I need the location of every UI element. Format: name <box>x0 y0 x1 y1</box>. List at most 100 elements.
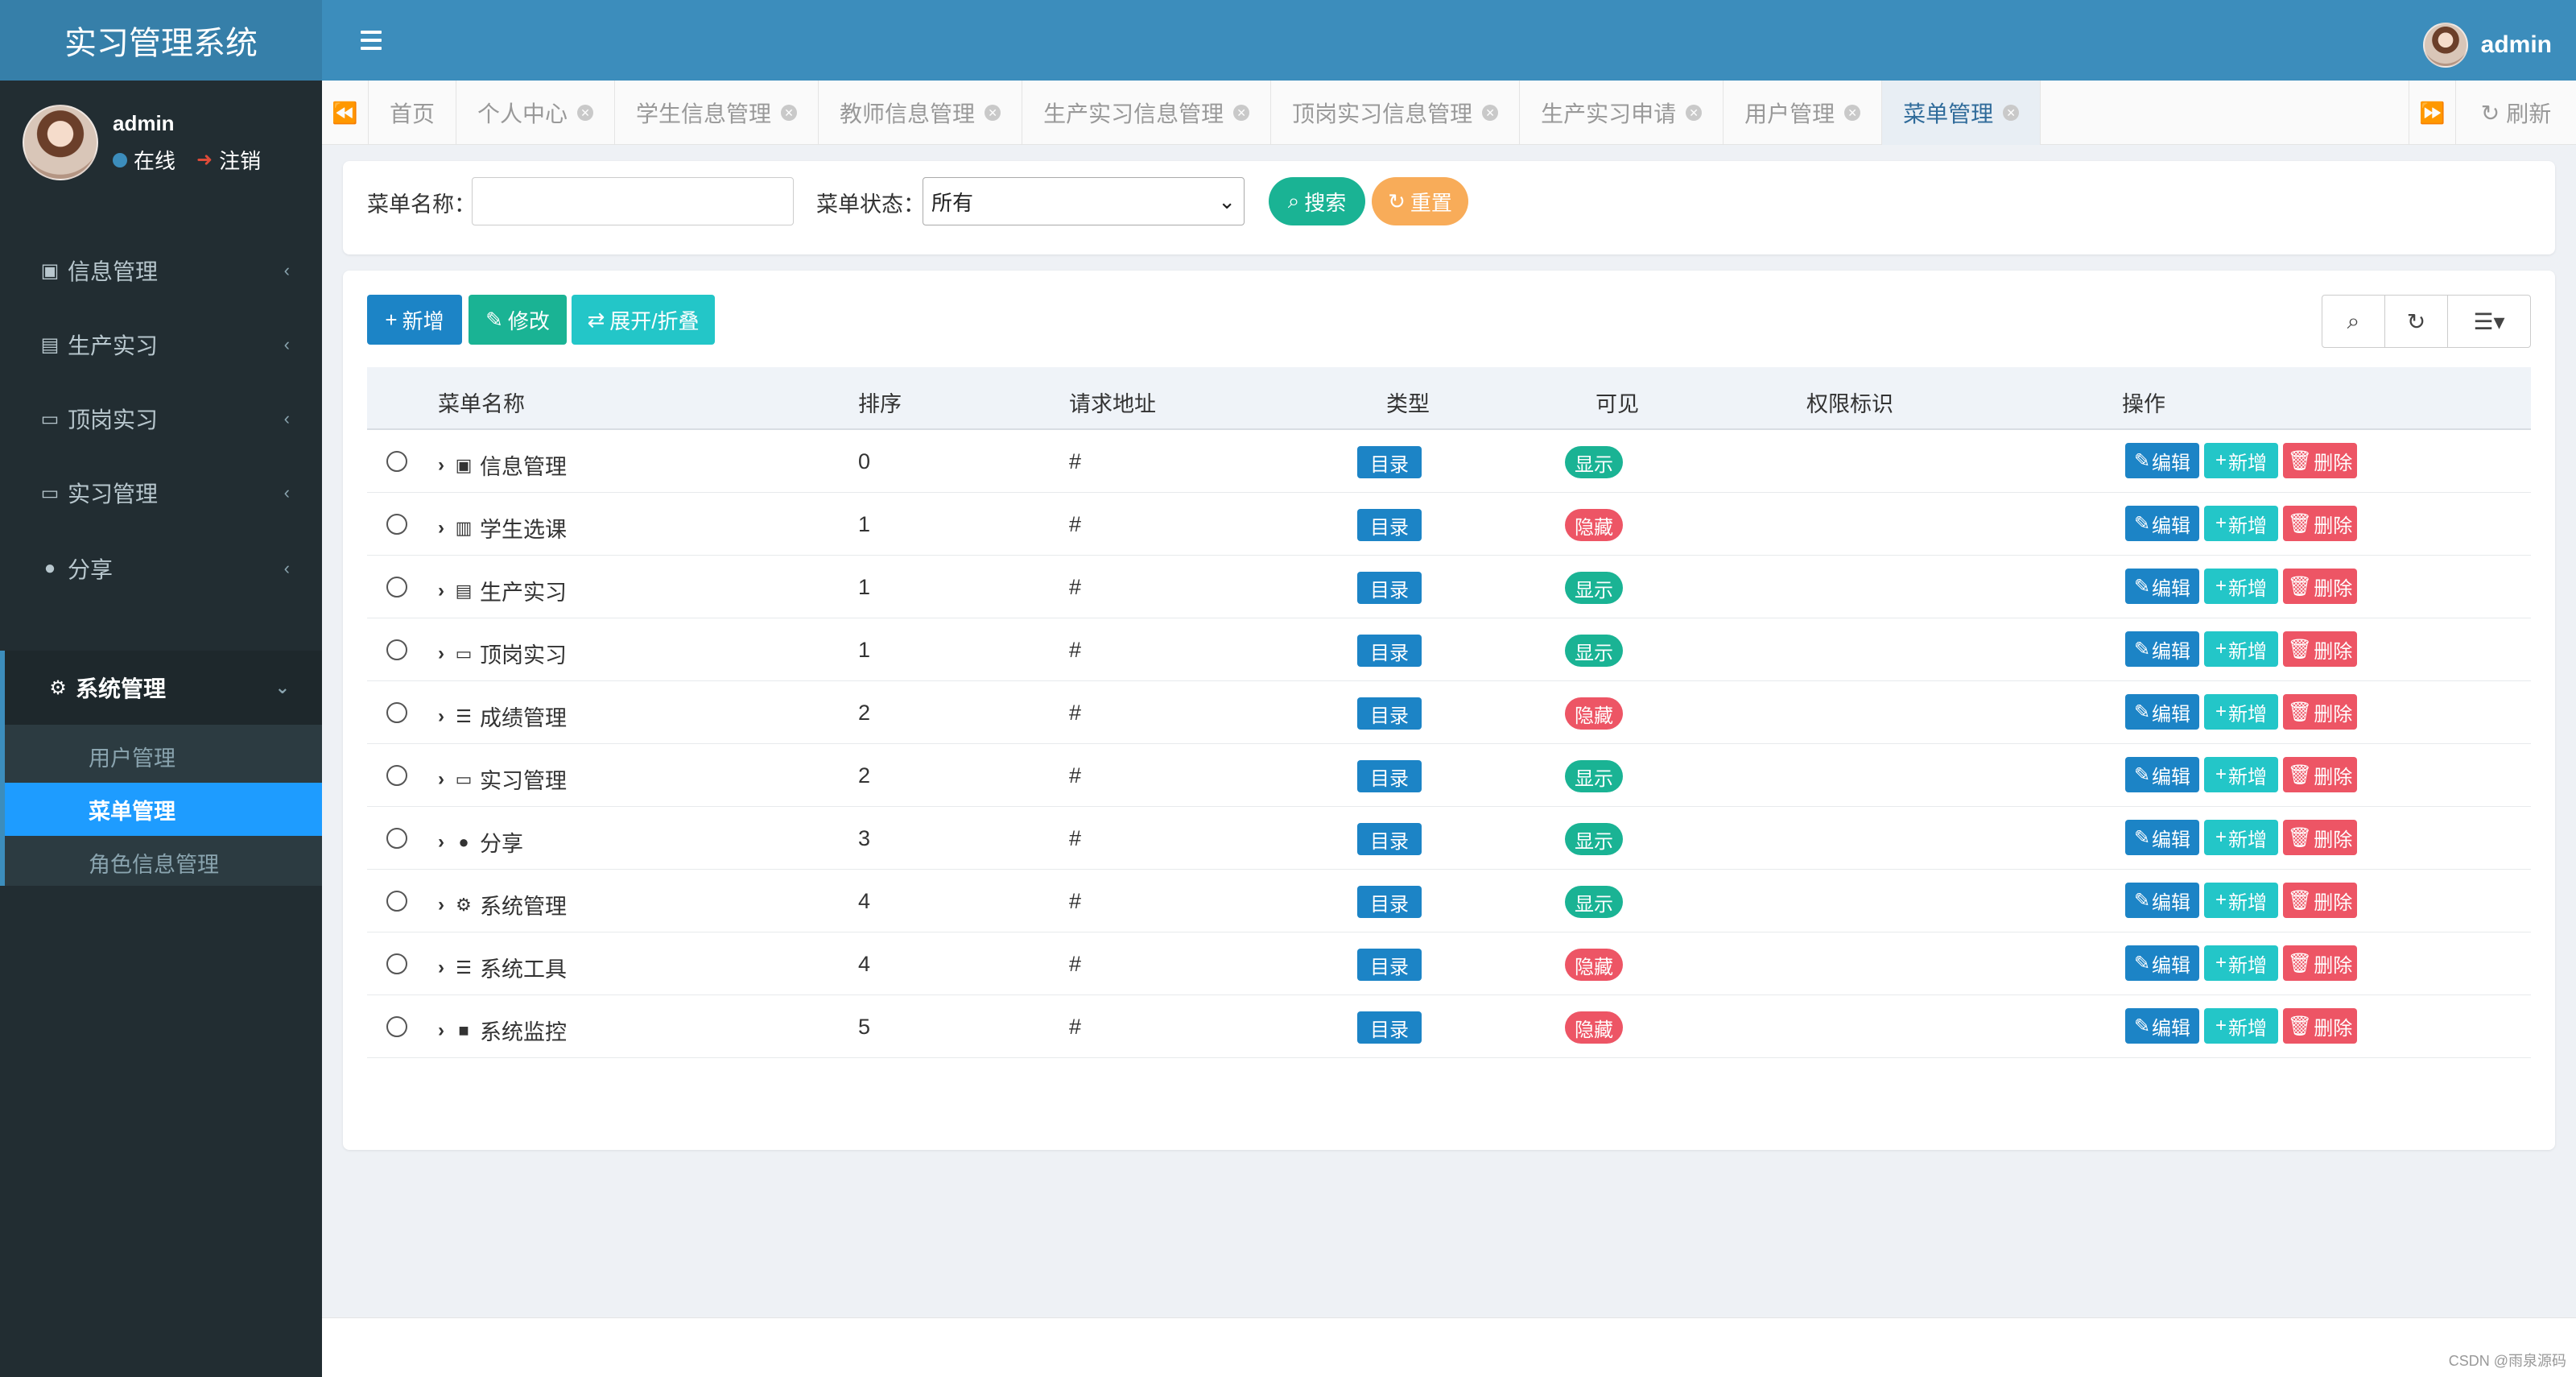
table-row[interactable]: › ■ 系统监控 5 # 目录 隐藏 ✎ 编辑 + 新增 🗑 删除 <box>367 995 2531 1058</box>
row-select-radio[interactable] <box>386 577 407 598</box>
sign-out-icon[interactable]: ➜ <box>196 148 213 172</box>
row-select-radio[interactable] <box>386 891 407 912</box>
sidebar-item-info[interactable]: ▣ 信息管理 ‹ <box>0 234 322 308</box>
tab-menus[interactable]: 菜单管理 ✕ <box>1882 81 2041 145</box>
row-delete-button[interactable]: 🗑 删除 <box>2283 443 2357 478</box>
row-edit-button[interactable]: ✎ 编辑 <box>2125 631 2199 667</box>
row-add-button[interactable]: + 新增 <box>2204 1008 2278 1044</box>
row-edit-button[interactable]: ✎ 编辑 <box>2125 883 2199 918</box>
search-toggle-icon[interactable]: ⌕ <box>2322 296 2385 347</box>
row-select-radio[interactable] <box>386 702 407 723</box>
row-add-button[interactable]: + 新增 <box>2204 443 2278 478</box>
row-delete-button[interactable]: 🗑 删除 <box>2283 694 2357 730</box>
row-add-button[interactable]: + 新增 <box>2204 694 2278 730</box>
header-user-menu[interactable]: admin <box>2422 23 2552 68</box>
row-edit-button[interactable]: ✎ 编辑 <box>2125 443 2199 478</box>
table-row[interactable]: › ⚙ 系统管理 4 # 目录 显示 ✎ 编辑 + 新增 🗑 删除 <box>367 870 2531 932</box>
chevron-right-icon[interactable]: › <box>438 957 444 979</box>
search-button[interactable]: ⌕ 搜索 <box>1269 177 1365 225</box>
table-row[interactable]: › ☰ 系统工具 4 # 目录 隐藏 ✎ 编辑 + 新增 🗑 删除 <box>367 932 2531 995</box>
row-select-radio[interactable] <box>386 514 407 535</box>
table-row[interactable]: › ☰ 成绩管理 2 # 目录 隐藏 ✎ 编辑 + 新增 🗑 删除 <box>367 681 2531 744</box>
tab-teachers[interactable]: 教师信息管理 ✕ <box>819 81 1023 145</box>
table-row[interactable]: › ▤ 生产实习 1 # 目录 显示 ✎ 编辑 + 新增 🗑 删除 <box>367 556 2531 618</box>
add-button[interactable]: + 新增 <box>367 295 462 345</box>
chevron-right-icon[interactable]: › <box>438 768 444 791</box>
row-edit-button[interactable]: ✎ 编辑 <box>2125 945 2199 981</box>
sidebar-item-production[interactable]: ▤ 生产实习 ‹ <box>0 308 322 382</box>
table-row[interactable]: › ▭ 顶岗实习 1 # 目录 显示 ✎ 编辑 + 新增 🗑 删除 <box>367 618 2531 681</box>
refresh-tab-button[interactable]: ↻ 刷新 <box>2455 81 2576 145</box>
row-delete-button[interactable]: 🗑 删除 <box>2283 883 2357 918</box>
sidebar-item-system[interactable]: ⚙ 系统管理 ⌄ <box>0 651 322 725</box>
sidebar-item-share[interactable]: ● 分享 ‹ <box>0 531 322 606</box>
logout-link[interactable]: 注销 <box>219 145 261 175</box>
close-icon[interactable]: ✕ <box>1844 105 1861 121</box>
table-row[interactable]: › ▭ 实习管理 2 # 目录 显示 ✎ 编辑 + 新增 🗑 删除 <box>367 744 2531 807</box>
row-delete-button[interactable]: 🗑 删除 <box>2283 820 2357 855</box>
row-delete-button[interactable]: 🗑 删除 <box>2283 945 2357 981</box>
close-icon[interactable]: ✕ <box>985 105 1001 121</box>
row-select-radio[interactable] <box>386 451 407 472</box>
close-icon[interactable]: ✕ <box>2003 105 2020 121</box>
refresh-icon[interactable]: ↻ <box>2385 296 2448 347</box>
tab-profile[interactable]: 个人中心 ✕ <box>456 81 616 145</box>
submenu-item-menus[interactable]: 菜单管理 <box>5 783 322 836</box>
close-icon[interactable]: ✕ <box>1686 105 1703 121</box>
table-row[interactable]: › ▥ 学生选课 1 # 目录 隐藏 ✎ 编辑 + 新增 🗑 删除 <box>367 493 2531 556</box>
row-delete-button[interactable]: 🗑 删除 <box>2283 506 2357 541</box>
close-icon[interactable]: ✕ <box>781 105 798 121</box>
row-select-radio[interactable] <box>386 953 407 974</box>
tab-scroll-right-icon[interactable]: ⏩ <box>2409 81 2455 145</box>
menu-name-input[interactable] <box>472 177 794 225</box>
row-delete-button[interactable]: 🗑 删除 <box>2283 569 2357 604</box>
table-row[interactable]: › ▣ 信息管理 0 # 目录 显示 ✎ 编辑 + 新增 🗑 删除 <box>367 430 2531 493</box>
row-add-button[interactable]: + 新增 <box>2204 631 2278 667</box>
submenu-item-users[interactable]: 用户管理 <box>5 730 322 783</box>
reset-button[interactable]: ↻ 重置 <box>1372 177 1468 225</box>
row-add-button[interactable]: + 新增 <box>2204 757 2278 792</box>
row-select-radio[interactable] <box>386 639 407 660</box>
chevron-right-icon[interactable]: › <box>438 517 444 540</box>
row-add-button[interactable]: + 新增 <box>2204 506 2278 541</box>
chevron-right-icon[interactable]: › <box>438 454 444 477</box>
row-edit-button[interactable]: ✎ 编辑 <box>2125 506 2199 541</box>
row-edit-button[interactable]: ✎ 编辑 <box>2125 820 2199 855</box>
expand-collapse-button[interactable]: ⇄ 展开/折叠 <box>572 295 715 345</box>
row-add-button[interactable]: + 新增 <box>2204 945 2278 981</box>
tab-production-apply[interactable]: 生产实习申请 ✕ <box>1520 81 1724 145</box>
row-add-button[interactable]: + 新增 <box>2204 883 2278 918</box>
tab-students[interactable]: 学生信息管理 ✕ <box>615 81 819 145</box>
sidebar-item-post[interactable]: ▭ 顶岗实习 ‹ <box>0 382 322 456</box>
close-icon[interactable]: ✕ <box>577 105 594 121</box>
menu-toggle-icon[interactable] <box>361 24 393 56</box>
chevron-right-icon[interactable]: › <box>438 705 444 728</box>
row-edit-button[interactable]: ✎ 编辑 <box>2125 694 2199 730</box>
tab-production-info[interactable]: 生产实习信息管理 ✕ <box>1022 81 1272 145</box>
edit-button[interactable]: ✎ 修改 <box>469 295 567 345</box>
submenu-item-roles[interactable]: 角色信息管理 <box>5 836 322 889</box>
app-title[interactable]: 实习管理系统 <box>0 0 322 81</box>
tab-scroll-left-icon[interactable]: ⏪ <box>322 81 369 145</box>
table-row[interactable]: › ● 分享 3 # 目录 显示 ✎ 编辑 + 新增 🗑 删除 <box>367 807 2531 870</box>
columns-list-icon[interactable]: ☰▾ <box>2448 296 2530 347</box>
row-edit-button[interactable]: ✎ 编辑 <box>2125 757 2199 792</box>
tab-post-info[interactable]: 顶岗实习信息管理 ✕ <box>1271 81 1521 145</box>
chevron-right-icon[interactable]: › <box>438 643 444 665</box>
row-add-button[interactable]: + 新增 <box>2204 569 2278 604</box>
close-icon[interactable]: ✕ <box>1233 105 1250 121</box>
row-select-radio[interactable] <box>386 765 407 786</box>
row-select-radio[interactable] <box>386 1016 407 1037</box>
row-edit-button[interactable]: ✎ 编辑 <box>2125 1008 2199 1044</box>
row-delete-button[interactable]: 🗑 删除 <box>2283 631 2357 667</box>
row-add-button[interactable]: + 新增 <box>2204 820 2278 855</box>
close-icon[interactable]: ✕ <box>1482 105 1499 121</box>
menu-status-select[interactable]: 所有 ⌄ <box>923 177 1245 225</box>
chevron-right-icon[interactable]: › <box>438 894 444 916</box>
tab-users[interactable]: 用户管理 ✕ <box>1724 81 1883 145</box>
row-select-radio[interactable] <box>386 828 407 849</box>
chevron-right-icon[interactable]: › <box>438 1019 444 1042</box>
row-delete-button[interactable]: 🗑 删除 <box>2283 757 2357 792</box>
sidebar-item-internship[interactable]: ▭ 实习管理 ‹ <box>0 456 322 530</box>
chevron-right-icon[interactable]: › <box>438 831 444 854</box>
